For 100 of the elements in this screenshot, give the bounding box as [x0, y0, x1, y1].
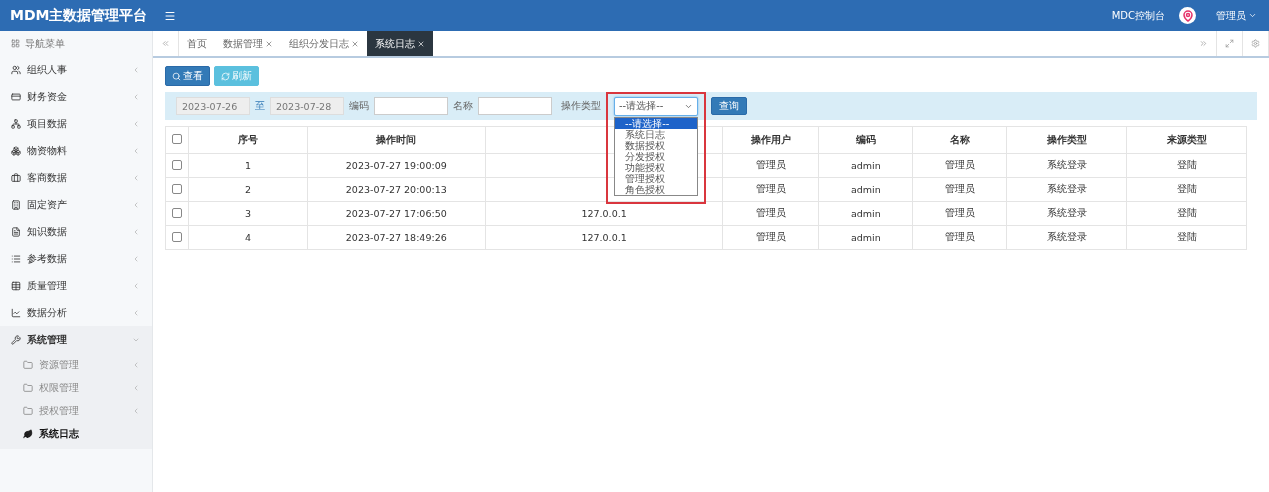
grid-icon [11, 39, 20, 48]
table-cell: 管理员 [912, 225, 1007, 250]
table-cell: 管理员 [912, 153, 1007, 178]
menu-item-icon [11, 334, 21, 345]
sidebar-item[interactable]: 数据分析 [0, 299, 152, 326]
table-cell: 127.0.0.1 [485, 201, 723, 226]
date-from-field[interactable]: 2023-07-26 [176, 97, 250, 115]
sidebar-item[interactable]: 固定资产 [0, 191, 152, 218]
console-link[interactable]: MDC控制台 [1111, 8, 1165, 23]
chevron-icon [132, 308, 140, 317]
sidebar-item[interactable]: 质量管理 [0, 272, 152, 299]
table-cell: 管理员 [722, 225, 819, 250]
sidebar-item[interactable]: 财务资金 [0, 83, 152, 110]
menu-icon[interactable] [164, 9, 176, 22]
table-cell: 登陆 [1126, 225, 1247, 250]
chevron-icon [132, 146, 140, 155]
table-cell: admin [818, 225, 913, 250]
chevron-icon [132, 173, 140, 182]
table-cell: 管理员 [722, 153, 819, 178]
double-chevron-icon [1199, 39, 1208, 48]
code-field[interactable] [374, 97, 448, 115]
menu-item-icon [11, 91, 21, 102]
field-label: 操作类型 [561, 99, 601, 113]
menu-item-icon [11, 118, 21, 129]
column-header: 名称 [912, 126, 1007, 154]
user-menu[interactable]: 管理员 [1216, 8, 1257, 23]
caret-icon [1248, 11, 1257, 20]
folder-icon [23, 382, 33, 393]
toolbar-button[interactable]: 查看 [165, 66, 210, 86]
menu-item-icon [11, 64, 21, 75]
chevron-icon [132, 92, 140, 101]
chevron-icon [132, 406, 140, 415]
tab[interactable]: 系统日志 [367, 31, 433, 56]
menu-item-icon [11, 172, 21, 183]
table-cell: 管理员 [912, 201, 1007, 226]
checkbox[interactable] [172, 183, 182, 194]
chevron-icon [132, 227, 140, 236]
checkbox[interactable] [172, 231, 182, 242]
table-cell: 管理员 [722, 177, 819, 202]
table-cell: 系统登录 [1006, 225, 1127, 250]
date-separator: 至 [255, 99, 265, 113]
checkbox[interactable] [172, 134, 182, 144]
sidebar-item[interactable]: 知识数据 [0, 218, 152, 245]
menu-item-icon [11, 280, 21, 291]
sidebar-item[interactable]: 参考数据 [0, 245, 152, 272]
table-cell: 2 [188, 177, 308, 202]
chevron-icon [132, 119, 140, 128]
chevron-icon [132, 200, 140, 209]
table-cell: 系统登录 [1006, 177, 1127, 202]
sidebar-item[interactable]: 组织人事 [0, 56, 152, 83]
field-label: 编码 [349, 99, 369, 113]
column-header: 操作用户 [722, 126, 819, 154]
menu-item-icon [11, 199, 21, 210]
dropdown-option[interactable]: --请选择-- [615, 117, 697, 129]
table-cell: 系统登录 [1006, 153, 1127, 178]
close-icon[interactable] [265, 39, 273, 48]
name-field[interactable] [478, 97, 552, 115]
field-label: 名称 [453, 99, 473, 113]
table-cell: 127.0.0.1 [485, 225, 723, 250]
map-pin-icon[interactable] [1179, 7, 1196, 24]
table-cell: admin [818, 201, 913, 226]
close-icon[interactable] [417, 39, 425, 48]
table-cell: 2023-07-27 18:49:26 [307, 225, 486, 250]
column-header: 操作时间 [307, 126, 486, 154]
folder-icon [23, 405, 33, 416]
column-header: 编码 [818, 126, 913, 154]
sidebar-item[interactable]: 客商数据 [0, 164, 152, 191]
checkbox[interactable] [172, 159, 182, 170]
table-cell: 管理员 [912, 177, 1007, 202]
query-button[interactable]: 查询 [711, 97, 747, 115]
table-cell: 登陆 [1126, 153, 1247, 178]
table-cell: 系统登录 [1006, 201, 1127, 226]
chevron-icon [132, 383, 140, 392]
close-icon[interactable] [351, 39, 359, 48]
table-cell: 登陆 [1126, 201, 1247, 226]
table-cell: admin [818, 177, 913, 202]
sidebar-item[interactable]: 系统管理 [0, 326, 152, 353]
sidebar-subitem[interactable]: 系统日志 [0, 422, 152, 445]
folder-icon [23, 359, 33, 370]
checkbox[interactable] [172, 207, 182, 218]
type-select[interactable]: --请选择-- [614, 96, 698, 116]
sidebar-item[interactable]: 物资物料 [0, 137, 152, 164]
menu-item-icon [11, 307, 21, 318]
sidebar-item[interactable]: 项目数据 [0, 110, 152, 137]
column-header: 操作类型 [1006, 126, 1127, 154]
chevron-icon [132, 65, 140, 74]
table-cell: 2023-07-27 17:06:50 [307, 201, 486, 226]
table-cell: 1 [188, 153, 308, 178]
expand-icon [1225, 39, 1234, 48]
date-to-field[interactable]: 2023-07-28 [270, 97, 344, 115]
search-icon [172, 71, 181, 81]
column-header: 来源类型 [1126, 126, 1247, 154]
menu-item-icon [11, 226, 21, 237]
refresh-icon [221, 71, 230, 81]
double-chevron-icon [161, 39, 170, 48]
table-cell: 2023-07-27 20:00:13 [307, 177, 486, 202]
table-cell: 3 [188, 201, 308, 226]
column-header: 序号 [188, 126, 308, 154]
leaf-icon [23, 428, 33, 439]
menu-item-icon [11, 253, 21, 264]
